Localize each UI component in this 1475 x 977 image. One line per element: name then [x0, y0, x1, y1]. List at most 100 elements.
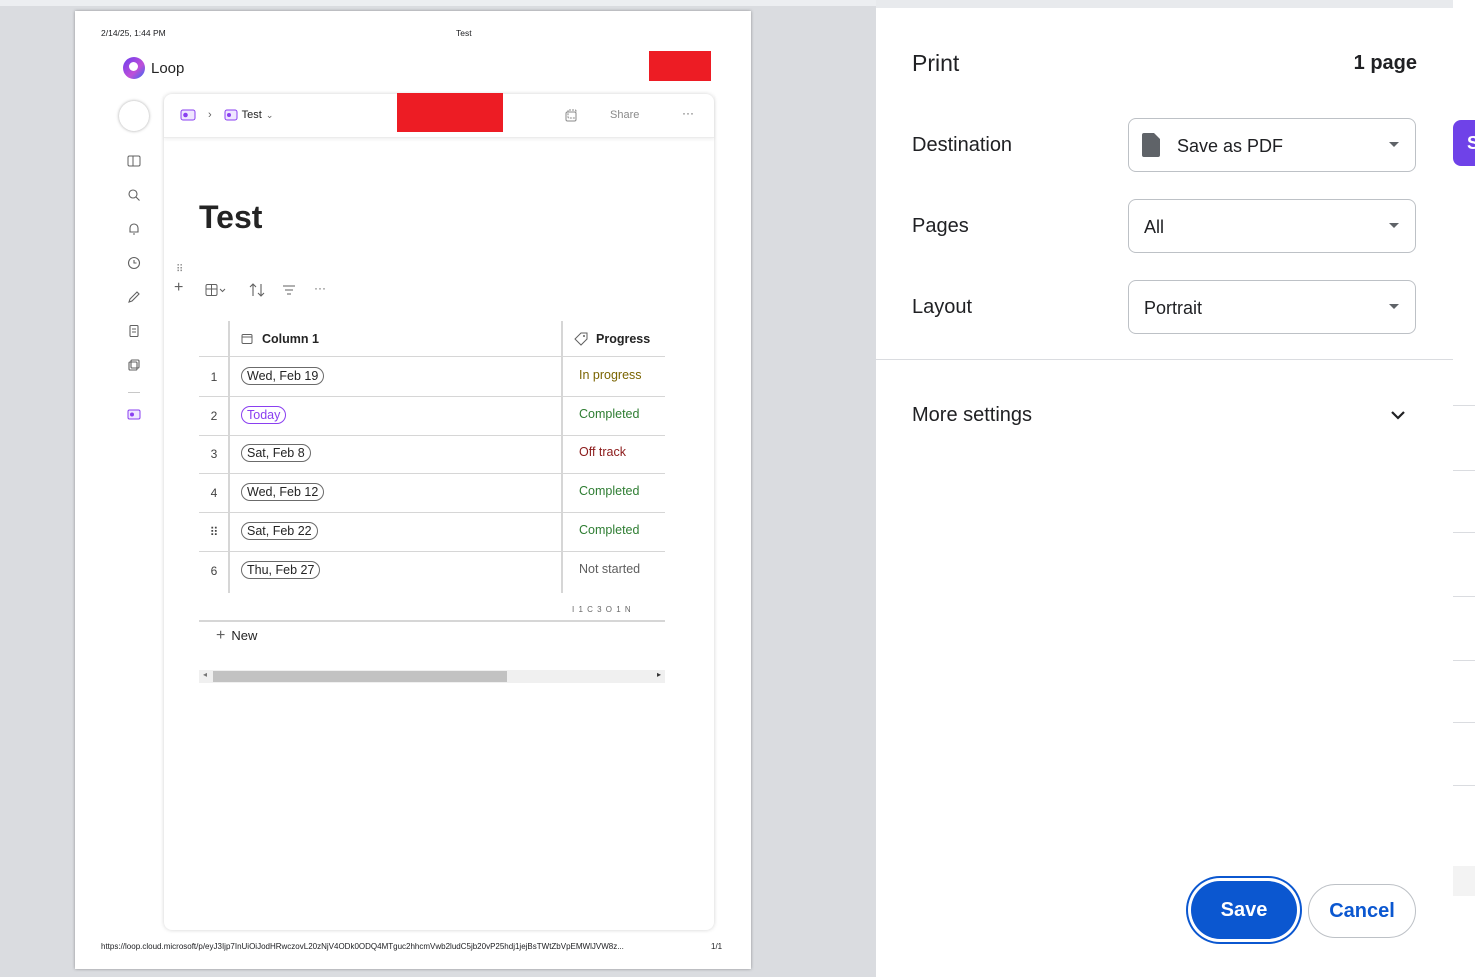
page-footer-url: https://loop.cloud.microsoft/p/eyJ3Ijp7I… [101, 942, 624, 951]
more-settings-toggle[interactable]: More settings [912, 404, 1032, 427]
date-pill[interactable]: Wed, Feb 19 [241, 367, 325, 385]
progress-label[interactable]: Completed [579, 484, 639, 498]
bell-icon[interactable] [127, 222, 141, 236]
loop-page-card: › Test ⌄ Share ··· Test ⠿ + ··· Column 1… [164, 93, 714, 930]
date-pill[interactable]: Thu, Feb 27 [241, 561, 321, 579]
scrollbar-thumb[interactable] [213, 671, 507, 682]
date-pill[interactable]: Today [241, 406, 287, 424]
add-icon[interactable]: + [174, 279, 183, 297]
dropdown-caret-icon [1389, 142, 1399, 147]
column-divider [228, 321, 230, 593]
copy-component-icon[interactable] [564, 109, 578, 123]
progress-label[interactable]: Not started [579, 562, 640, 576]
save-button[interactable]: Save [1191, 881, 1297, 939]
destination-label: Destination [912, 134, 1013, 156]
background-edge-button: S [1453, 120, 1475, 166]
avatar[interactable] [119, 101, 149, 131]
table-row[interactable]: ⠿ Sat, Feb 22 Completed [199, 513, 665, 552]
breadcrumb-page-name[interactable]: Test [242, 109, 262, 121]
progress-label[interactable]: Completed [579, 407, 639, 421]
workspace-icon[interactable] [180, 109, 196, 121]
loop-logo-icon [123, 57, 145, 79]
column-header-progress[interactable]: Progress [596, 332, 650, 346]
scroll-left-icon[interactable]: ◂ [203, 670, 207, 679]
date-column-icon [241, 334, 253, 344]
breadcrumb: › Test ⌄ [180, 109, 273, 121]
rail-divider [128, 392, 140, 393]
preview-top-strip [0, 0, 876, 6]
column-header-column-1[interactable]: Column 1 [262, 332, 319, 346]
redacted-block [397, 93, 503, 132]
panel-divider [876, 359, 1453, 360]
page-header-title: Test [456, 28, 472, 38]
page-count: 1 page [1353, 52, 1417, 74]
table-row[interactable]: 6 Thu, Feb 27 Not started [199, 552, 665, 591]
search-icon[interactable] [127, 188, 141, 202]
column-divider [561, 321, 563, 593]
loop-app-name: Loop [151, 59, 185, 77]
add-icon: + [216, 627, 226, 644]
layout-select[interactable]: Portrait [1128, 280, 1416, 334]
file-icon [1142, 133, 1160, 157]
print-settings-panel: Print 1 page Destination Save as PDF Pag… [876, 8, 1453, 977]
row-drag-handle-icon[interactable]: ⠿ [199, 525, 229, 539]
page-title: Test [199, 199, 263, 235]
horizontal-scrollbar[interactable]: ◂ ▸ [199, 670, 665, 683]
page-header-date: 2/14/25, 1:44 PM [101, 28, 166, 38]
destination-select[interactable]: Save as PDF [1128, 118, 1416, 172]
ideas-pen-icon[interactable] [127, 290, 141, 304]
table-view-icon[interactable] [205, 284, 227, 296]
workspaces-icon[interactable] [127, 358, 141, 372]
date-pill[interactable]: Wed, Feb 12 [241, 483, 325, 501]
new-row-button[interactable]: + New [216, 627, 257, 645]
cancel-button[interactable]: Cancel [1308, 884, 1416, 938]
date-pill[interactable]: Sat, Feb 22 [241, 522, 318, 540]
table-row[interactable]: 2 Today Completed [199, 397, 665, 436]
row-number: 2 [210, 409, 218, 423]
breadcrumb-separator: › [208, 109, 212, 121]
dropdown-caret-icon [1389, 304, 1399, 309]
progress-label[interactable]: In progress [579, 368, 642, 382]
label-column-icon [574, 332, 588, 346]
loop-logo: Loop [123, 57, 184, 79]
table-row[interactable]: 4 Wed, Feb 12 Completed [199, 474, 665, 513]
row-number: 1 [210, 370, 218, 384]
chevron-down-icon[interactable] [1389, 406, 1407, 424]
drag-handle-icon[interactable]: ⠿ [176, 264, 183, 275]
redacted-block [649, 51, 711, 81]
progress-label[interactable]: Completed [579, 523, 639, 537]
layout-value: Portrait [1144, 298, 1203, 318]
layout-label: Layout [912, 296, 973, 318]
table-bottom-border [199, 620, 665, 622]
preview-page: 2/14/25, 1:44 PM Test Loop › Test ⌄ Shar… [75, 11, 751, 969]
scroll-right-icon[interactable]: ▸ [657, 670, 661, 679]
table-header-row: Column 1 Progress [199, 321, 665, 357]
progress-label[interactable]: Off track [579, 445, 626, 459]
table-row[interactable]: 1 Wed, Feb 19 In progress [199, 358, 665, 397]
pages-value: All [1144, 217, 1165, 237]
table-row[interactable]: 3 Sat, Feb 8 Off track [199, 435, 665, 474]
share-button[interactable]: Share [610, 109, 639, 121]
row-number: 6 [210, 564, 218, 578]
row-number: 3 [210, 447, 218, 461]
workspace-panel-icon[interactable] [127, 154, 141, 168]
table-more-icon[interactable]: ··· [314, 281, 326, 295]
notes-icon[interactable] [127, 324, 141, 338]
progress-summary: I 1 C 3 O 1 N [572, 605, 632, 614]
print-title: Print [912, 50, 960, 76]
loop-workspace-icon[interactable] [127, 407, 141, 421]
row-number: 4 [210, 486, 218, 500]
destination-value: Save as PDF [1177, 136, 1284, 156]
page-footer-number: 1/1 [711, 942, 723, 951]
more-options-icon[interactable]: ··· [682, 106, 694, 120]
chevron-down-icon[interactable]: ⌄ [266, 110, 274, 121]
pages-select[interactable]: All [1128, 199, 1416, 253]
date-pill[interactable]: Sat, Feb 8 [241, 444, 311, 462]
page-top-bar: › Test ⌄ Share ··· [164, 93, 714, 138]
new-row-label: New [231, 628, 258, 643]
recent-clock-icon[interactable] [127, 256, 141, 270]
print-preview-area: 2/14/25, 1:44 PM Test Loop › Test ⌄ Shar… [0, 0, 876, 977]
dropdown-caret-icon [1389, 223, 1399, 228]
sort-icon[interactable] [249, 283, 265, 297]
filter-icon[interactable] [282, 284, 296, 296]
